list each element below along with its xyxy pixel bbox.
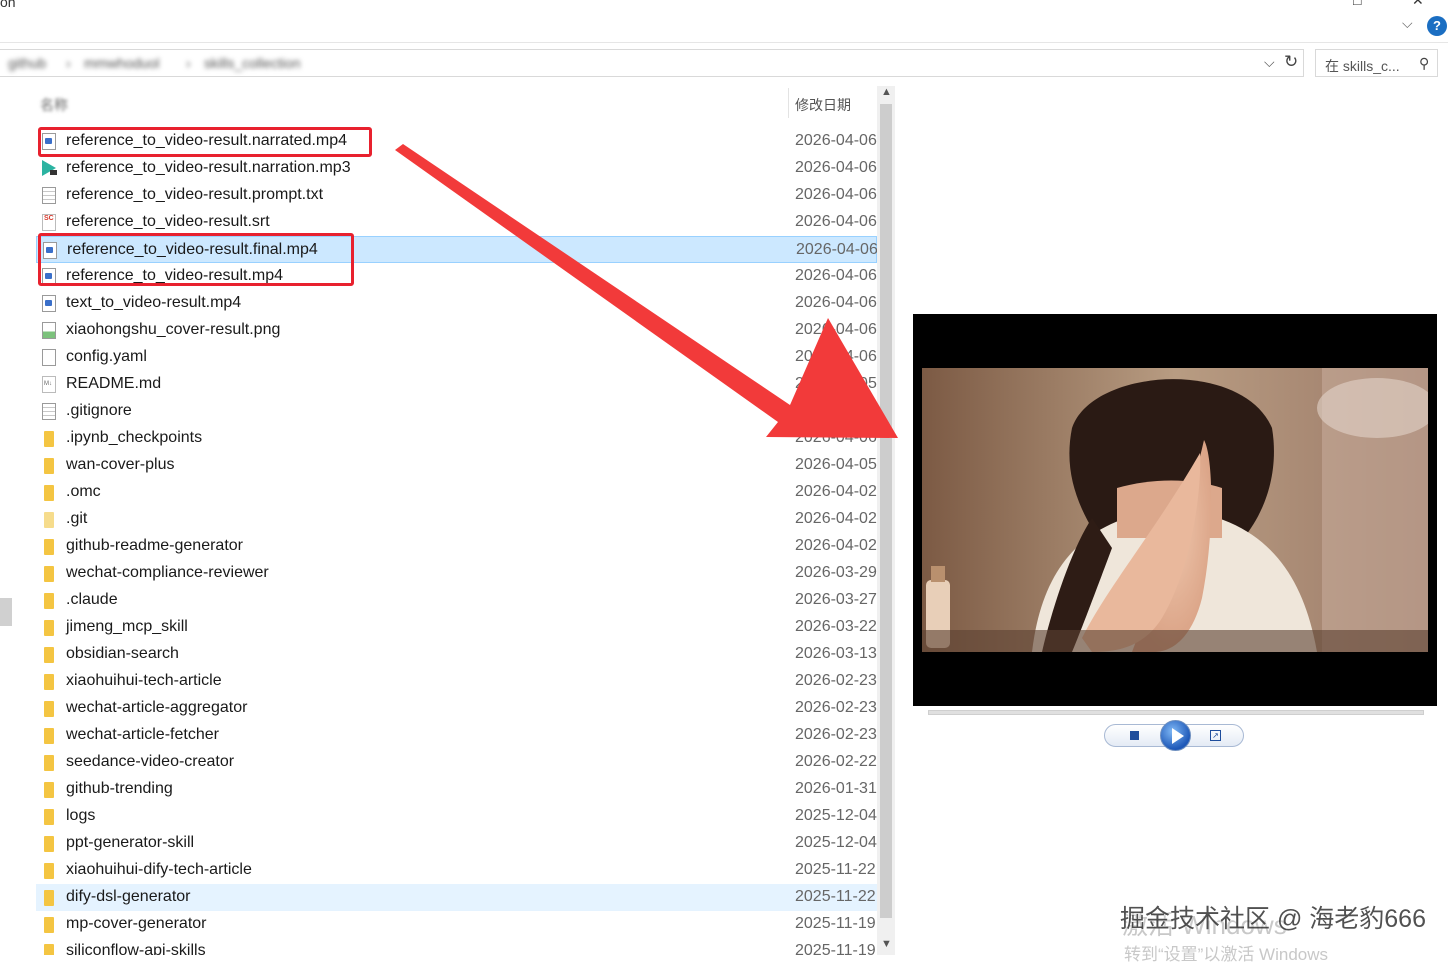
video-frame-image [922, 368, 1428, 652]
play-icon [1172, 728, 1184, 744]
video-preview[interactable] [913, 314, 1437, 706]
stop-icon [1130, 731, 1139, 740]
credit-watermark: 掘金技术社区 @ 海老豹666 [1120, 905, 1426, 933]
stop-button[interactable] [1130, 731, 1140, 741]
play-button[interactable] [1160, 720, 1191, 751]
fullscreen-button[interactable]: ↗ [1210, 730, 1222, 742]
media-controls: ↗ [1104, 720, 1244, 751]
fullscreen-icon: ↗ [1210, 730, 1221, 741]
activate-windows-hint: 转到“设置”以激活 Windows [1124, 945, 1329, 964]
seek-bar[interactable] [928, 710, 1424, 715]
